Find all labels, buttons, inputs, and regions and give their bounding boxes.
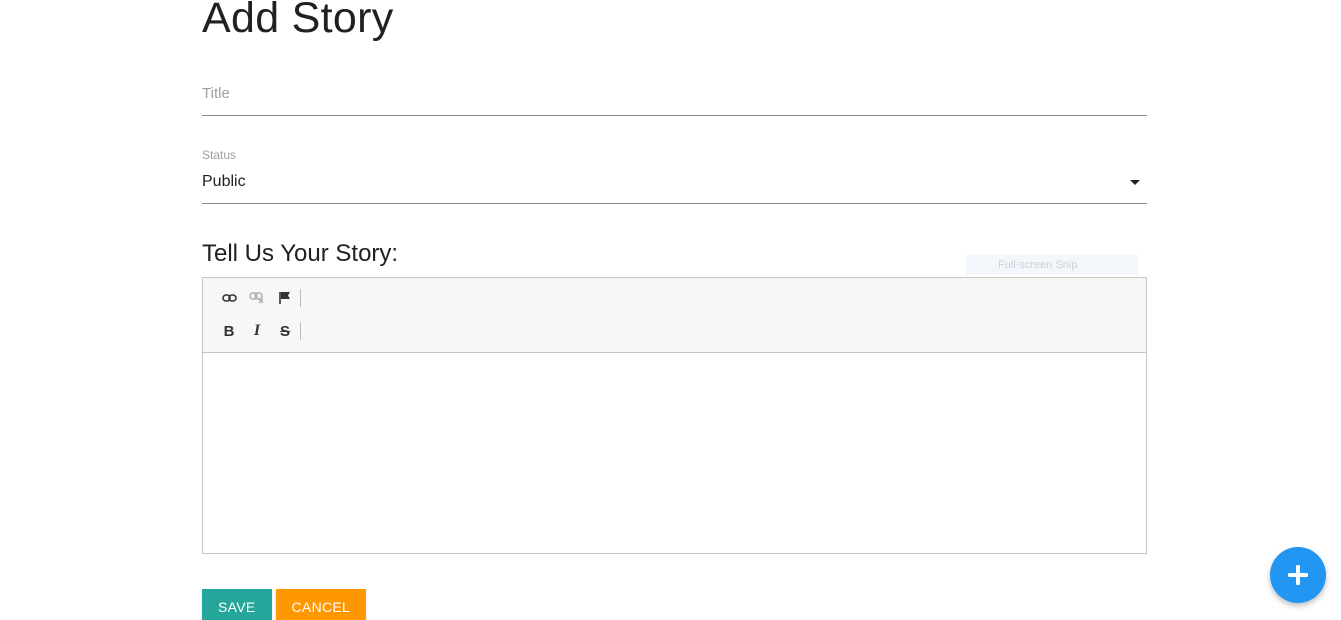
unlink-icon bbox=[249, 292, 264, 304]
cancel-button[interactable]: CANCEL bbox=[275, 589, 367, 620]
toolbar-row-links bbox=[215, 287, 301, 309]
link-button[interactable] bbox=[215, 287, 243, 309]
story-editor-body[interactable] bbox=[203, 353, 1146, 553]
story-heading: Tell Us Your Story: bbox=[202, 240, 399, 267]
status-select[interactable]: Public bbox=[202, 168, 1147, 204]
snip-overlay: Full-screen Snip bbox=[966, 255, 1138, 275]
title-input[interactable] bbox=[202, 78, 1147, 108]
form-actions: SAVE CANCEL bbox=[202, 589, 367, 620]
story-editor: B I S bbox=[202, 277, 1147, 554]
strikethrough-icon: S bbox=[279, 322, 290, 340]
flag-button[interactable] bbox=[271, 287, 299, 309]
title-field bbox=[202, 78, 1147, 116]
chevron-down-icon bbox=[1130, 180, 1140, 185]
bold-icon: B bbox=[223, 322, 235, 340]
italic-button[interactable]: I bbox=[243, 320, 271, 342]
flag-icon bbox=[279, 292, 290, 304]
unlink-button[interactable] bbox=[243, 287, 271, 309]
toolbar-separator bbox=[300, 289, 301, 307]
add-fab-button[interactable] bbox=[1270, 547, 1326, 603]
link-icon bbox=[221, 294, 237, 302]
italic-icon: I bbox=[253, 322, 261, 339]
editor-toolbar: B I S bbox=[203, 278, 1146, 353]
page: Add Story Status Public Tell Us Your Sto… bbox=[0, 0, 1341, 620]
toolbar-row-format: B I S bbox=[215, 320, 301, 342]
status-label: Status bbox=[202, 148, 237, 162]
plus-icon bbox=[1288, 565, 1308, 585]
toolbar-separator bbox=[300, 322, 301, 340]
strikethrough-button[interactable]: S bbox=[271, 320, 299, 342]
bold-button[interactable]: B bbox=[215, 320, 243, 342]
status-value: Public bbox=[202, 173, 246, 190]
save-button[interactable]: SAVE bbox=[202, 589, 272, 620]
page-title: Add Story bbox=[202, 0, 394, 42]
